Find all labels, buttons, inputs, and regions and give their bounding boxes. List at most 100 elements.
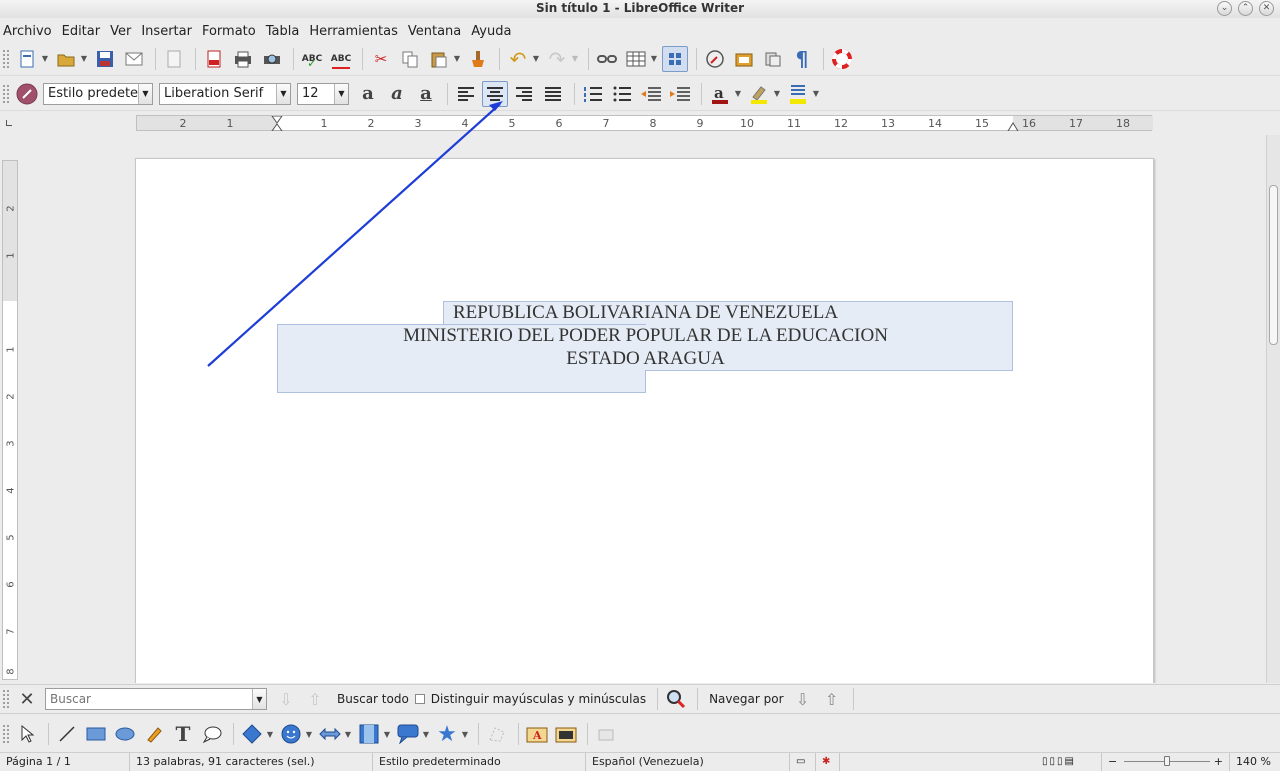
- stars-icon[interactable]: ★: [434, 721, 460, 747]
- search-input[interactable]: [46, 689, 252, 709]
- hyperlink-icon[interactable]: [594, 46, 620, 72]
- menu-ver[interactable]: Ver: [110, 24, 131, 39]
- export-pdf-icon[interactable]: [201, 46, 227, 72]
- help-icon[interactable]: [829, 46, 855, 72]
- menu-herramientas[interactable]: Herramientas: [309, 24, 398, 39]
- text-tool-icon[interactable]: T: [170, 721, 196, 747]
- zoom-slider-thumb[interactable]: [1164, 755, 1170, 766]
- toolbar-grip[interactable]: [2, 689, 10, 709]
- symbol-shapes-icon[interactable]: [278, 721, 304, 747]
- italic-icon[interactable]: a: [384, 81, 410, 107]
- scrollbar-thumb[interactable]: [1269, 185, 1278, 345]
- toolbar-grip[interactable]: [2, 724, 10, 744]
- highlight-dropdown-icon[interactable]: ▼: [772, 81, 782, 107]
- new-dropdown-icon[interactable]: ▼: [40, 46, 50, 72]
- justify-icon[interactable]: [540, 81, 566, 107]
- document-text[interactable]: REPUBLICA BOLIVARIANA DE VENEZUELA MINIS…: [136, 301, 1155, 370]
- chevron-down-icon[interactable]: ▼: [252, 689, 266, 709]
- redo-icon[interactable]: ↷: [544, 46, 570, 72]
- find-next-icon[interactable]: ⇩: [273, 686, 299, 712]
- paste-dropdown-icon[interactable]: ▼: [452, 46, 462, 72]
- menu-formato[interactable]: Formato: [202, 24, 256, 39]
- insert-image-icon[interactable]: [553, 721, 579, 747]
- zoom-slider[interactable]: − +: [1102, 752, 1230, 771]
- navigate-down-icon[interactable]: ⇩: [790, 686, 816, 712]
- undo-icon[interactable]: ↶: [505, 46, 531, 72]
- styles-icon[interactable]: [14, 81, 40, 107]
- text-line[interactable]: ESTADO ARAGUA: [136, 347, 1155, 370]
- maximize-button[interactable]: ⌃: [1238, 1, 1253, 16]
- table-icon[interactable]: [623, 46, 649, 72]
- undo-dropdown-icon[interactable]: ▼: [531, 46, 541, 72]
- basic-shapes-icon[interactable]: [239, 721, 265, 747]
- callout-tool-icon[interactable]: [199, 721, 225, 747]
- menu-tabla[interactable]: Tabla: [266, 24, 300, 39]
- save-icon[interactable]: [92, 46, 118, 72]
- page-indicator[interactable]: Página 1 / 1: [0, 752, 130, 771]
- flowchart-icon[interactable]: [356, 721, 382, 747]
- line-tool-icon[interactable]: [54, 721, 80, 747]
- rectangle-tool-icon[interactable]: [83, 721, 109, 747]
- menu-ayuda[interactable]: Ayuda: [471, 24, 511, 39]
- spellcheck-icon[interactable]: ABC ✓: [299, 46, 325, 72]
- find-all-button[interactable]: Buscar todo: [337, 692, 409, 706]
- block-arrows-icon[interactable]: [317, 721, 343, 747]
- font-color-icon[interactable]: a: [707, 81, 733, 107]
- ellipse-tool-icon[interactable]: [112, 721, 138, 747]
- toolbar-grip[interactable]: [2, 83, 10, 104]
- menu-ventana[interactable]: Ventana: [408, 24, 461, 39]
- paste-icon[interactable]: [426, 46, 452, 72]
- indent-marker-icon[interactable]: [271, 116, 283, 131]
- align-left-icon[interactable]: [453, 81, 479, 107]
- font-color-dropdown-icon[interactable]: ▼: [733, 81, 743, 107]
- formatting-marks-icon[interactable]: ¶: [789, 46, 815, 72]
- word-count[interactable]: 13 palabras, 91 caracteres (sel.): [130, 752, 373, 771]
- extrusion-icon[interactable]: [593, 721, 619, 747]
- vertical-ruler[interactable]: 2 1 1 2 3 4 5 6 7 8: [2, 160, 18, 680]
- menu-archivo[interactable]: Archivo: [3, 24, 52, 39]
- edit-mode-icon[interactable]: [161, 46, 187, 72]
- font-size-combo[interactable]: 12 ▼: [297, 82, 349, 105]
- background-color-icon[interactable]: [785, 81, 811, 107]
- tab-stop-icon[interactable]: [6, 120, 12, 126]
- block-arrows-dropdown-icon[interactable]: ▼: [343, 721, 353, 747]
- email-icon[interactable]: [121, 46, 147, 72]
- vertical-scrollbar[interactable]: [1266, 135, 1280, 683]
- table-dropdown-icon[interactable]: ▼: [649, 46, 659, 72]
- chevron-down-icon[interactable]: ▼: [138, 83, 152, 104]
- increase-indent-icon[interactable]: [667, 81, 693, 107]
- menu-insertar[interactable]: Insertar: [141, 24, 192, 39]
- data-sources-icon[interactable]: [760, 46, 786, 72]
- chevron-down-icon[interactable]: ▼: [276, 83, 290, 104]
- open-dropdown-icon[interactable]: ▼: [79, 46, 89, 72]
- callouts-dropdown-icon[interactable]: ▼: [421, 721, 431, 747]
- navigator-icon[interactable]: [662, 45, 688, 72]
- font-name-combo[interactable]: Liberation Serif ▼: [159, 82, 291, 105]
- cut-icon[interactable]: ✂: [368, 46, 394, 72]
- clone-formatting-icon[interactable]: [465, 46, 491, 72]
- print-preview-icon[interactable]: [259, 46, 285, 72]
- match-case-label[interactable]: Distinguir mayúsculas y minúsculas: [431, 692, 646, 706]
- select-pointer-icon[interactable]: [14, 721, 40, 747]
- stars-dropdown-icon[interactable]: ▼: [460, 721, 470, 747]
- match-case-checkbox[interactable]: [414, 694, 425, 704]
- minimize-button[interactable]: ⌄: [1217, 1, 1232, 16]
- document-area[interactable]: REPUBLICA BOLIVARIANA DE VENEZUELA MINIS…: [20, 135, 1266, 683]
- align-center-icon[interactable]: [482, 80, 508, 107]
- text-line[interactable]: MINISTERIO DEL PODER POPULAR DE LA EDUCA…: [136, 324, 1155, 347]
- paragraph-style-combo[interactable]: Estilo predeterm▼: [43, 82, 153, 105]
- numbering-icon[interactable]: [580, 81, 606, 107]
- basic-shapes-dropdown-icon[interactable]: ▼: [265, 721, 275, 747]
- view-layout-icon[interactable]: ▯▯▯▤: [1036, 752, 1102, 771]
- symbol-shapes-dropdown-icon[interactable]: ▼: [304, 721, 314, 747]
- language[interactable]: Español (Venezuela): [586, 752, 790, 771]
- insert-mode-icon[interactable]: ▭: [790, 752, 816, 771]
- close-button[interactable]: ✕: [1259, 1, 1274, 16]
- freeform-tool-icon[interactable]: [141, 721, 167, 747]
- horizontal-ruler[interactable]: 2 1 1 2 3 4 5 6 7 8 9 10 11 12 13 14 15 …: [136, 115, 1153, 131]
- open-folder-icon[interactable]: [53, 46, 79, 72]
- close-find-icon[interactable]: ✕: [14, 686, 40, 712]
- align-right-icon[interactable]: [511, 81, 537, 107]
- fontwork-icon[interactable]: A: [524, 721, 550, 747]
- search-combo[interactable]: ▼: [45, 688, 267, 710]
